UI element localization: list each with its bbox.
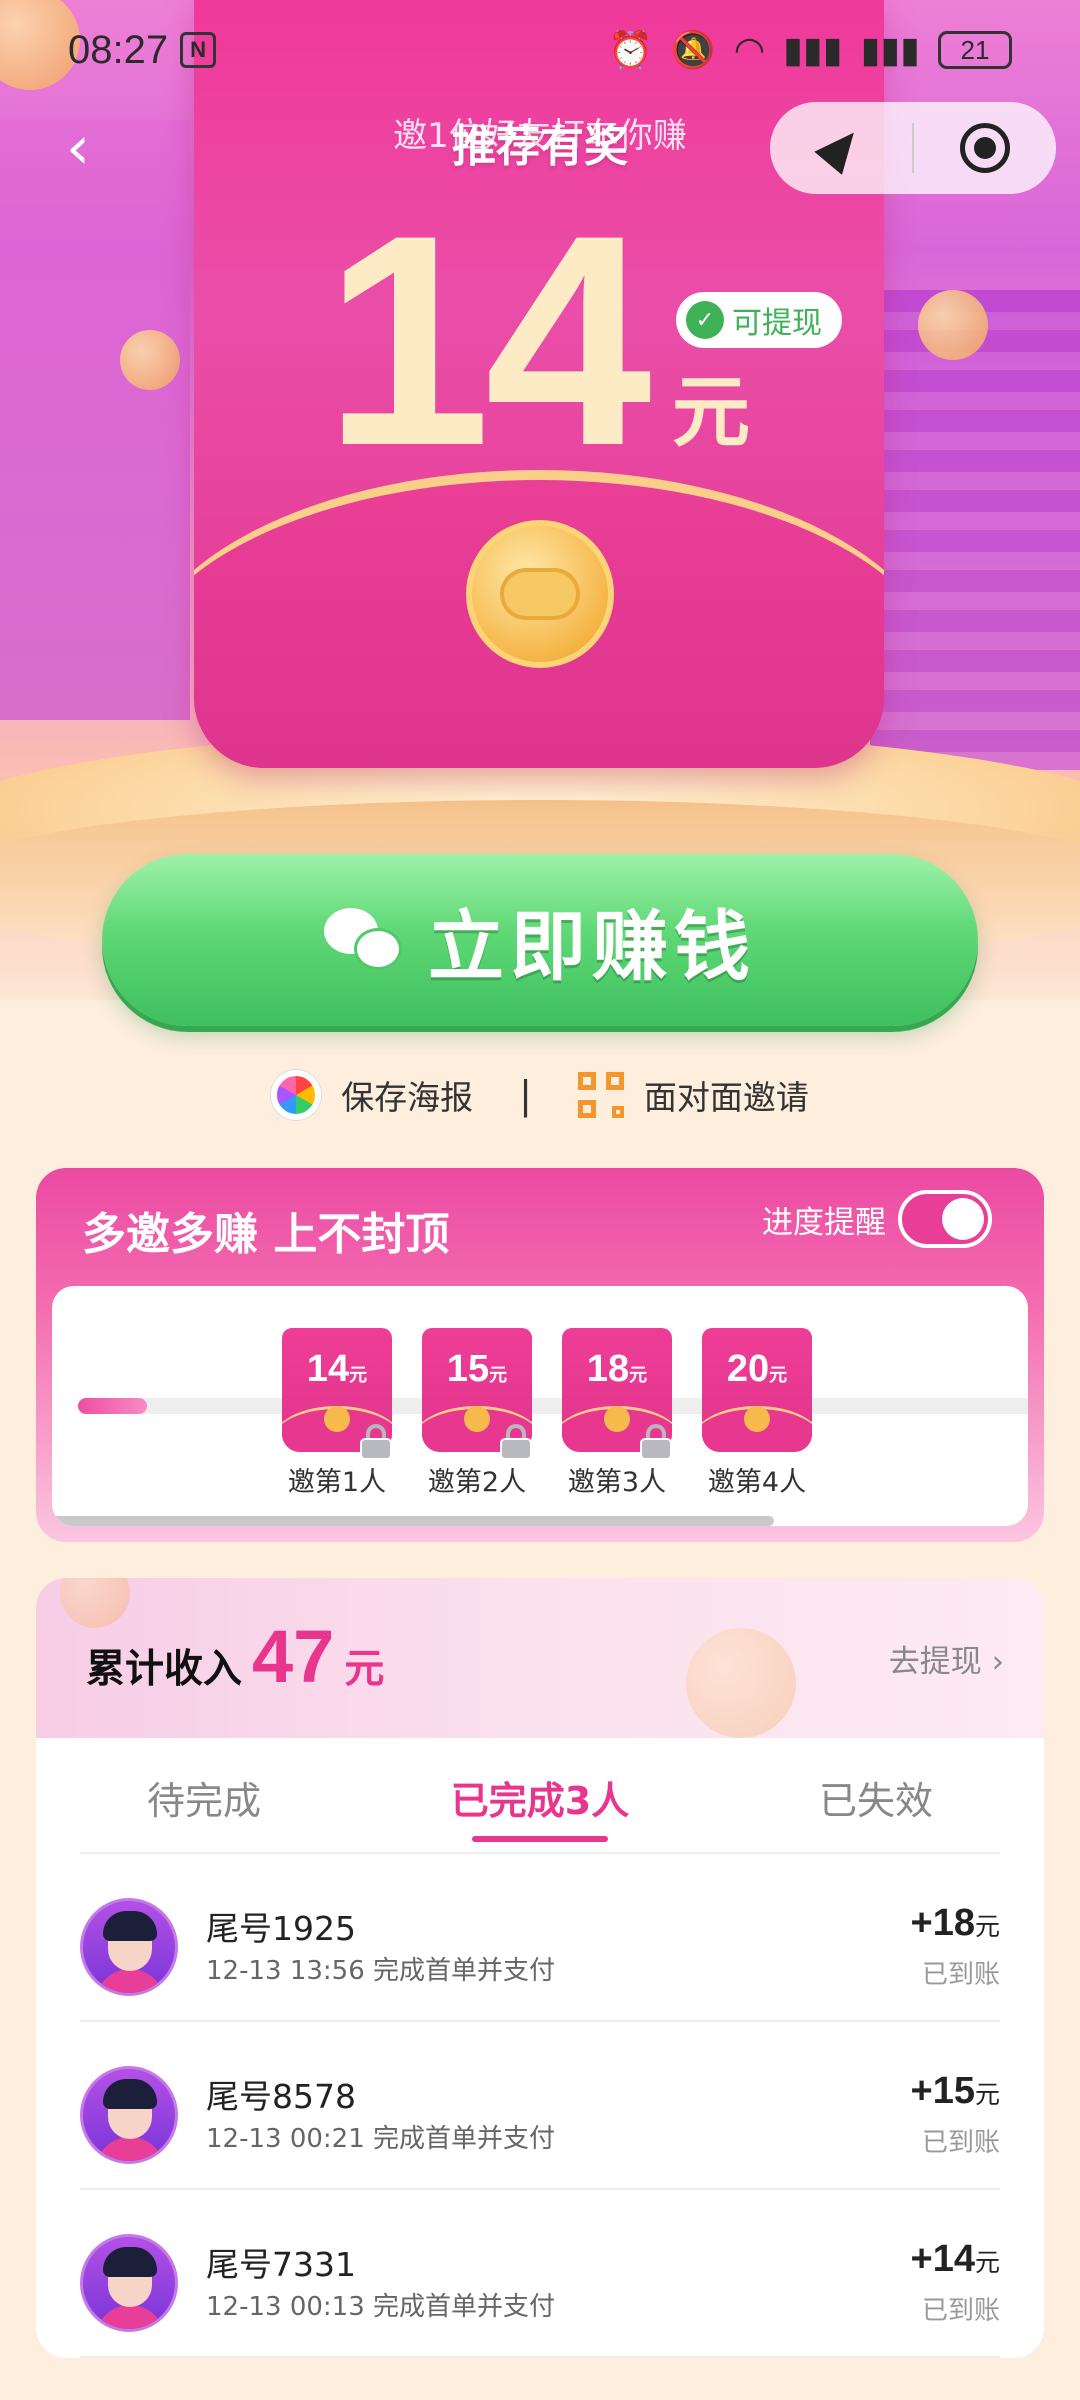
income-header: 累计收入 47 元 去提现 › bbox=[36, 1578, 1044, 1738]
link-separator: | bbox=[519, 1073, 532, 1117]
background-building-right bbox=[870, 290, 1080, 770]
record-status: 已到账 bbox=[921, 2128, 1000, 2158]
face-invite-label: 面对面邀请 bbox=[643, 1078, 809, 1117]
milestone-step[interactable]: 18元邀第3人 bbox=[542, 1328, 692, 1499]
coin-decoration bbox=[120, 330, 180, 390]
earn-now-button[interactable]: 立即赚钱 bbox=[102, 854, 978, 1026]
earn-now-label: 立即赚钱 bbox=[428, 905, 756, 990]
mute-icon: 🔕 bbox=[670, 29, 716, 70]
step-amount: 20元 bbox=[726, 1348, 788, 1390]
mini-program-capsule bbox=[770, 102, 1056, 194]
lock-icon bbox=[358, 1424, 394, 1460]
income-unit: 元 bbox=[344, 1646, 385, 1692]
reminder-label: 进度提醒 bbox=[762, 1204, 886, 1241]
back-arrow-icon[interactable]: ‹ bbox=[66, 118, 116, 178]
nfc-icon: N bbox=[180, 32, 217, 68]
milestone-track[interactable]: 14元 邀第1人 15元 邀第2人 18元 邀第3人 20元 邀第4人 bbox=[52, 1286, 1028, 1526]
milestone-card: 多邀多赚 上不封顶 进度提醒 14元 邀第1人 15元 邀第2人 18元 邀第3人 20元邀… bbox=[36, 1168, 1044, 1542]
avatar bbox=[80, 2066, 178, 2164]
pinwheel-icon bbox=[271, 1070, 322, 1120]
battery-icon: 21 bbox=[938, 31, 1012, 69]
step-amount: 18元 bbox=[586, 1348, 648, 1390]
save-poster-label: 保存海报 bbox=[341, 1078, 474, 1117]
lock-icon bbox=[638, 1424, 674, 1460]
status-time: 08:27 bbox=[68, 27, 169, 72]
horizontal-scrollbar[interactable] bbox=[52, 1516, 774, 1526]
milestone-step[interactable]: 15元邀第2人 bbox=[402, 1328, 552, 1499]
withdraw-link[interactable]: 去提现 › bbox=[889, 1636, 1004, 1681]
tab-0[interactable]: 待完成 bbox=[36, 1738, 372, 1852]
signal-5g-2-icon: ▮▮▮ bbox=[860, 29, 920, 70]
step-amount: 14元 bbox=[306, 1348, 368, 1390]
step-amount: 15元 bbox=[446, 1348, 508, 1390]
step-label: 邀第3人 bbox=[567, 1467, 667, 1498]
record-description: 12-13 00:13 完成首单并支付 bbox=[206, 2292, 556, 2322]
record-amount: +15元 bbox=[910, 2070, 1000, 2112]
record-status: 已到账 bbox=[921, 1960, 1000, 1990]
background-building-left bbox=[0, 120, 190, 720]
progress-fill bbox=[78, 1398, 148, 1414]
record-tabs: 待完成 已完成3人 已失效 bbox=[36, 1738, 1044, 1852]
coin-decoration bbox=[686, 1628, 796, 1738]
close-miniprogram-button[interactable] bbox=[914, 102, 1056, 194]
envelope-seal-icon bbox=[466, 520, 614, 668]
record-name: 尾号1925 bbox=[206, 1909, 356, 1948]
withdrawable-badge: ✓ 可提现 bbox=[676, 292, 842, 348]
income-card: 累计收入 47 元 去提现 › 待完成 已完成3人 已失效 尾号1925 12-13 … bbox=[36, 1578, 1044, 2358]
record-row[interactable]: 尾号1925 12-13 13:56 完成首单并支付 +18元已到账 bbox=[80, 1854, 1000, 2022]
record-description: 12-13 13:56 完成首单并支付 bbox=[206, 1956, 556, 1986]
check-icon: ✓ bbox=[686, 301, 724, 339]
coin-decoration bbox=[918, 290, 988, 360]
face-invite-link[interactable]: 面对面邀请 bbox=[577, 1071, 809, 1119]
record-amount: +14元 bbox=[910, 2238, 1000, 2280]
save-poster-link[interactable]: 保存海报 bbox=[271, 1070, 473, 1120]
income-label: 累计收入 bbox=[86, 1647, 243, 1692]
navigation-arrow-icon bbox=[814, 121, 868, 175]
tab-1[interactable]: 已完成3人 bbox=[372, 1738, 708, 1852]
total-income: 累计收入 47 元 bbox=[86, 1614, 384, 1699]
step-label: 邀第4人 bbox=[707, 1467, 807, 1498]
signal-5g-icon: ▮▮▮ bbox=[783, 29, 843, 70]
avatar bbox=[80, 2234, 178, 2332]
reminder-toggle[interactable] bbox=[898, 1190, 992, 1248]
target-icon bbox=[959, 123, 1010, 173]
record-name: 尾号8578 bbox=[206, 2077, 356, 2116]
qr-code-icon bbox=[577, 1072, 624, 1118]
avatar bbox=[80, 1898, 178, 1996]
withdrawable-label: 可提现 bbox=[732, 306, 822, 341]
progress-reminder: 进度提醒 bbox=[762, 1190, 992, 1248]
tab-2[interactable]: 已失效 bbox=[708, 1738, 1044, 1852]
wechat-icon bbox=[324, 908, 404, 972]
income-amount: 47 bbox=[252, 1615, 335, 1698]
record-amount: +18元 bbox=[910, 1902, 1000, 1944]
alarm-icon: ⏰ bbox=[608, 29, 653, 70]
milestone-title: 多邀多赚 上不封顶 bbox=[82, 1209, 450, 1260]
step-label: 邀第2人 bbox=[427, 1467, 527, 1498]
share-location-button[interactable] bbox=[770, 102, 912, 194]
record-description: 12-13 00:21 完成首单并支付 bbox=[206, 2124, 556, 2154]
milestone-step[interactable]: 20元邀第4人 bbox=[682, 1328, 832, 1499]
record-row[interactable]: 尾号7331 12-13 00:13 完成首单并支付 +14元已到账 bbox=[80, 2190, 1000, 2358]
share-links: 保存海报 | 面对面邀请 bbox=[0, 1060, 1080, 1130]
status-bar: 08:27 N ⏰ 🔕 ◠ ▮▮▮ ▮▮▮ 21 bbox=[0, 0, 1080, 100]
wifi-icon: ◠ bbox=[733, 29, 766, 70]
record-name: 尾号7331 bbox=[206, 2245, 356, 2284]
lock-icon bbox=[498, 1424, 534, 1460]
reward-amount: 14 bbox=[324, 172, 652, 508]
record-status: 已到账 bbox=[921, 2296, 1000, 2326]
step-label: 邀第1人 bbox=[287, 1467, 387, 1498]
mini-envelope-icon: 20元 bbox=[702, 1328, 812, 1452]
record-row[interactable]: 尾号8578 12-13 00:21 完成首单并支付 +15元已到账 bbox=[80, 2022, 1000, 2190]
reward-unit: 元 bbox=[672, 368, 751, 458]
milestone-step[interactable]: 14元邀第1人 bbox=[262, 1328, 412, 1499]
